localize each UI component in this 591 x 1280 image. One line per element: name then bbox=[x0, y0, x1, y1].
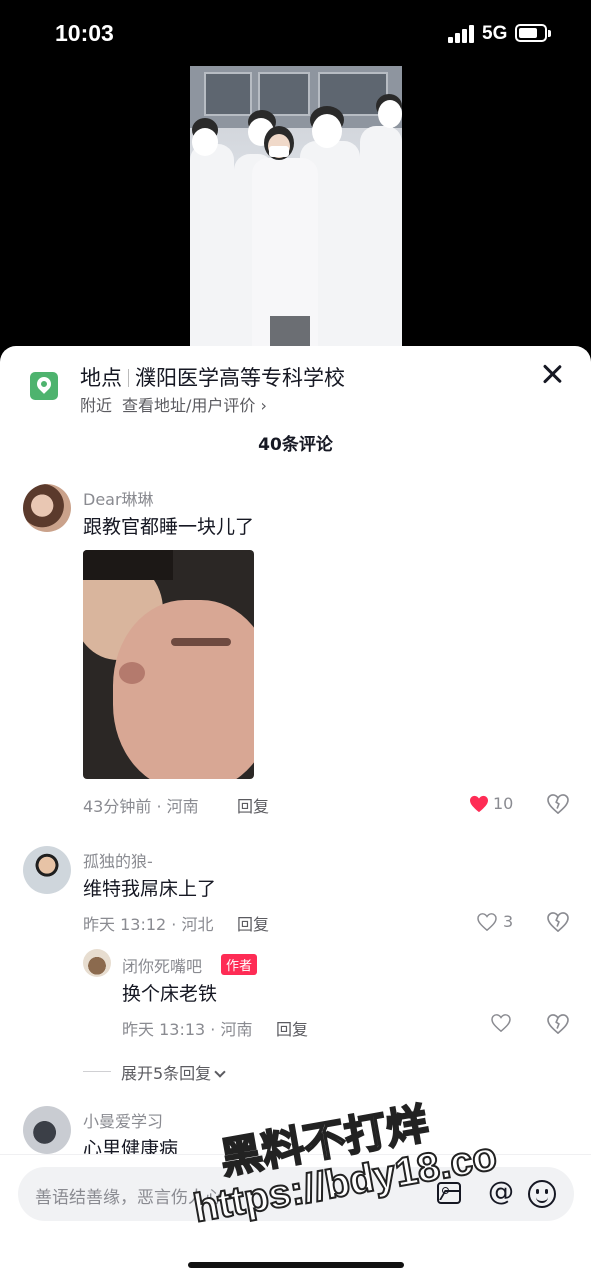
reply-username[interactable]: 闭你死嘴吧 bbox=[122, 953, 202, 977]
like-count: 3 bbox=[503, 912, 514, 931]
avatar[interactable] bbox=[23, 846, 71, 894]
signal-icon bbox=[448, 25, 474, 43]
location-subtitle[interactable]: 附近 查看地址/用户评价 › bbox=[80, 392, 267, 416]
comment-meta: 昨天 13:12 · 河北 bbox=[83, 915, 214, 934]
reply-text[interactable]: 换个床老铁 bbox=[122, 979, 217, 1006]
expand-replies-label: 展开5条回复 bbox=[121, 1064, 212, 1083]
status-time: 10:03 bbox=[55, 20, 114, 46]
at-mention-icon[interactable]: @ bbox=[488, 1177, 514, 1207]
divider bbox=[128, 369, 129, 387]
comment-input-placeholder: 善语结善缘，恶言伤人心 bbox=[35, 1188, 222, 1208]
comment-count: 40条评论 bbox=[258, 435, 333, 455]
reply-button[interactable]: 回复 bbox=[276, 1016, 308, 1040]
network-type: 5G bbox=[482, 23, 508, 44]
avatar[interactable] bbox=[23, 1106, 71, 1154]
location-label: 地点 bbox=[80, 366, 122, 390]
status-bar: 10:03 5G bbox=[0, 0, 591, 66]
reply-button[interactable]: 回复 bbox=[237, 793, 269, 817]
comment-username[interactable]: Dear琳琳 bbox=[83, 486, 154, 510]
video-frame-image bbox=[190, 66, 402, 356]
chevron-down-icon bbox=[214, 1066, 226, 1078]
comment-text[interactable]: 维特我屌床上了 bbox=[83, 874, 216, 901]
like-count: 10 bbox=[493, 794, 514, 813]
comment-image[interactable] bbox=[83, 550, 254, 779]
avatar[interactable] bbox=[23, 484, 71, 532]
dislike-broken-heart-icon[interactable] bbox=[547, 794, 569, 814]
dislike-broken-heart-icon[interactable] bbox=[547, 912, 569, 932]
comment-text[interactable]: 跟教官都睡一块儿了 bbox=[83, 512, 254, 539]
image-icon[interactable] bbox=[437, 1182, 461, 1204]
close-icon[interactable] bbox=[540, 362, 564, 386]
nearby-label: 附近 bbox=[80, 396, 113, 415]
reply-button[interactable]: 回复 bbox=[237, 911, 269, 935]
comment-username[interactable]: 小曼爱学习 bbox=[83, 1108, 163, 1132]
dislike-broken-heart-icon[interactable] bbox=[547, 1014, 569, 1034]
reply-meta: 昨天 13:13 · 河南 bbox=[122, 1020, 253, 1039]
expand-replies-button[interactable]: 展开5条回复 bbox=[121, 1060, 226, 1084]
like-button[interactable]: 10 bbox=[469, 794, 513, 813]
location-details-link[interactable]: 查看地址/用户评价 › bbox=[122, 396, 267, 415]
comment-username[interactable]: 孤独的狼- bbox=[83, 848, 153, 872]
location-title[interactable]: 地点 濮阳医学高等专科学校 bbox=[80, 362, 345, 392]
heart-outline-icon[interactable] bbox=[491, 1014, 511, 1032]
comment-input[interactable]: 善语结善缘，恶言伤人心 @ bbox=[18, 1167, 574, 1221]
comment-meta: 43分钟前 · 河南 bbox=[83, 797, 199, 816]
heart-filled-icon bbox=[470, 795, 488, 812]
heart-outline-icon bbox=[477, 912, 497, 931]
author-badge: 作者 bbox=[221, 954, 258, 975]
like-button[interactable]: 3 bbox=[477, 912, 513, 931]
emoji-icon[interactable] bbox=[528, 1180, 556, 1208]
location-name: 濮阳医学高等专科学校 bbox=[135, 366, 345, 390]
home-indicator bbox=[188, 1262, 404, 1268]
divider bbox=[83, 1071, 111, 1072]
comments-sheet: 地点 濮阳医学高等专科学校 附近 查看地址/用户评价 › 40条评论 Dear琳琳 … bbox=[0, 346, 591, 1280]
video-background[interactable] bbox=[0, 66, 591, 356]
avatar[interactable] bbox=[83, 949, 111, 977]
battery-icon bbox=[515, 24, 551, 42]
location-pin-icon[interactable] bbox=[30, 372, 58, 400]
